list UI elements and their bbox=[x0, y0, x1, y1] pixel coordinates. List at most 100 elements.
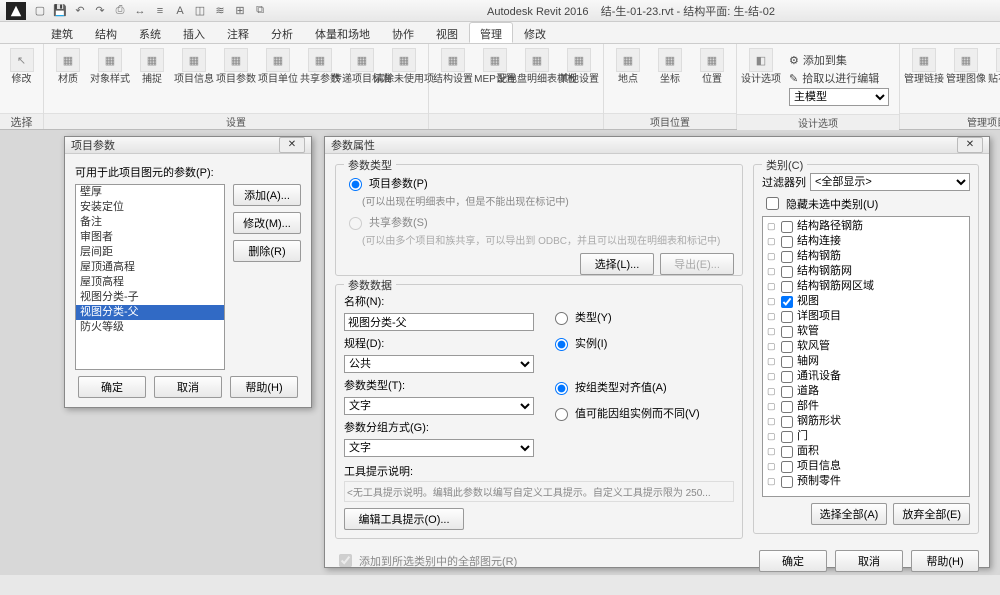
category-row[interactable]: ▢轴网 bbox=[765, 354, 967, 369]
add-to-all-checkbox[interactable] bbox=[339, 554, 352, 567]
design-options-button[interactable]: ◧设计选项 bbox=[743, 48, 779, 85]
ribbon-捕捉[interactable]: ▦捕捉 bbox=[134, 48, 170, 85]
name-input[interactable] bbox=[344, 313, 534, 331]
align-icon[interactable]: ≡ bbox=[152, 3, 168, 19]
hide-unchecked-checkbox[interactable] bbox=[766, 197, 779, 210]
category-checkbox[interactable] bbox=[781, 461, 793, 473]
category-row[interactable]: ▢门 bbox=[765, 429, 967, 444]
category-checkbox[interactable] bbox=[781, 266, 793, 278]
list-item[interactable]: 视图分类-父 bbox=[76, 305, 224, 320]
category-row[interactable]: ▢钢筋形状 bbox=[765, 414, 967, 429]
list-item[interactable]: 屋顶高程 bbox=[76, 275, 224, 290]
category-row[interactable]: ▢项目信息 bbox=[765, 459, 967, 474]
redo-icon[interactable]: ↷ bbox=[92, 3, 108, 19]
tab-插入[interactable]: 插入 bbox=[172, 22, 216, 43]
ribbon-贴花类型[interactable]: ▦贴花类型 bbox=[990, 48, 1000, 85]
tab-结构[interactable]: 结构 bbox=[84, 22, 128, 43]
tab-注释[interactable]: 注释 bbox=[216, 22, 260, 43]
print-icon[interactable]: ⎙ bbox=[112, 3, 128, 19]
cancel-button[interactable]: 取消 bbox=[154, 376, 222, 398]
delete-button[interactable]: 删除(R) bbox=[233, 240, 301, 262]
category-row[interactable]: ▢预制零件 bbox=[765, 474, 967, 489]
ribbon-项目信息[interactable]: ▦项目信息 bbox=[176, 48, 212, 85]
tab-管理[interactable]: 管理 bbox=[469, 22, 513, 43]
tab-建筑[interactable]: 建筑 bbox=[40, 22, 84, 43]
category-row[interactable]: ▢道路 bbox=[765, 384, 967, 399]
add-to-set-label[interactable]: 添加到集 bbox=[803, 52, 847, 68]
filter-select[interactable]: <全部显示> bbox=[810, 173, 970, 191]
ribbon-位置[interactable]: ▦位置 bbox=[694, 48, 730, 85]
category-row[interactable]: ▢软管 bbox=[765, 324, 967, 339]
discipline-select[interactable]: 公共 bbox=[344, 355, 534, 373]
ribbon-管理链接[interactable]: ▦管理链接 bbox=[906, 48, 942, 85]
category-checkbox[interactable] bbox=[781, 431, 793, 443]
dlg2-help-button[interactable]: 帮助(H) bbox=[911, 550, 979, 572]
tab-协作[interactable]: 协作 bbox=[381, 22, 425, 43]
select-shared-button[interactable]: 选择(L)... bbox=[580, 253, 654, 275]
category-row[interactable]: ▢结构钢筋网 bbox=[765, 264, 967, 279]
dlg1-close-button[interactable]: ✕ bbox=[279, 137, 305, 153]
list-item[interactable]: 防火等级 bbox=[76, 320, 224, 335]
category-checkbox[interactable] bbox=[781, 401, 793, 413]
main-model-select[interactable]: 主模型 bbox=[789, 88, 889, 106]
grouping-select[interactable]: 文字 bbox=[344, 439, 534, 457]
category-checkbox[interactable] bbox=[781, 311, 793, 323]
category-tree[interactable]: ▢结构路径钢筋▢结构连接▢结构钢筋▢结构钢筋网▢结构钢筋网区域▢视图▢详图项目▢… bbox=[762, 216, 970, 497]
ribbon-清除未使用项[interactable]: ▦清除未使用项 bbox=[386, 48, 422, 85]
close-views-icon[interactable]: ⊞ bbox=[232, 3, 248, 19]
tab-体量和场地[interactable]: 体量和场地 bbox=[304, 22, 381, 43]
thin-lines-icon[interactable]: ≋ bbox=[212, 3, 228, 19]
list-item[interactable]: 视图分类-子 bbox=[76, 290, 224, 305]
tab-视图[interactable]: 视图 bbox=[425, 22, 469, 43]
category-checkbox[interactable] bbox=[781, 281, 793, 293]
list-item[interactable]: 安装定位 bbox=[76, 200, 224, 215]
category-row[interactable]: ▢视图 bbox=[765, 294, 967, 309]
shared-param-radio[interactable] bbox=[349, 217, 362, 230]
category-row[interactable]: ▢面积 bbox=[765, 444, 967, 459]
category-row[interactable]: ▢软风管 bbox=[765, 339, 967, 354]
param-type-select[interactable]: 文字 bbox=[344, 397, 534, 415]
switch-windows-icon[interactable]: ⧉ bbox=[252, 3, 268, 19]
section-icon[interactable]: ◫ bbox=[192, 3, 208, 19]
category-checkbox[interactable] bbox=[781, 416, 793, 428]
help-button[interactable]: 帮助(H) bbox=[230, 376, 298, 398]
pick-to-edit-label[interactable]: 拾取以进行编辑 bbox=[802, 70, 879, 86]
vary-by-group-radio[interactable] bbox=[555, 408, 568, 421]
deselect-all-button[interactable]: 放弃全部(E) bbox=[893, 503, 970, 525]
list-item[interactable]: 备注 bbox=[76, 215, 224, 230]
dlg2-cancel-button[interactable]: 取消 bbox=[835, 550, 903, 572]
category-checkbox[interactable] bbox=[781, 221, 793, 233]
export-button[interactable]: 导出(E)... bbox=[660, 253, 734, 275]
category-checkbox[interactable] bbox=[781, 371, 793, 383]
add-button[interactable]: 添加(A)... bbox=[233, 184, 301, 206]
undo-icon[interactable]: ↶ bbox=[72, 3, 88, 19]
category-row[interactable]: ▢结构路径钢筋 bbox=[765, 219, 967, 234]
category-checkbox[interactable] bbox=[781, 386, 793, 398]
category-row[interactable]: ▢详图项目 bbox=[765, 309, 967, 324]
category-checkbox[interactable] bbox=[781, 446, 793, 458]
list-item[interactable]: 屋顶通高程 bbox=[76, 260, 224, 275]
category-row[interactable]: ▢通讯设备 bbox=[765, 369, 967, 384]
category-checkbox[interactable] bbox=[781, 236, 793, 248]
dlg2-ok-button[interactable]: 确定 bbox=[759, 550, 827, 572]
ribbon-项目参数[interactable]: ▦项目参数 bbox=[218, 48, 254, 85]
parameters-listbox[interactable]: 壁厚安装定位备注审图者层间距屋顶通高程屋顶高程视图分类-子视图分类-父防火等级 bbox=[75, 184, 225, 370]
dlg2-close-button[interactable]: ✕ bbox=[957, 137, 983, 153]
category-checkbox[interactable] bbox=[781, 476, 793, 488]
category-checkbox[interactable] bbox=[781, 296, 793, 308]
modify-button[interactable]: 修改(M)... bbox=[233, 212, 301, 234]
tab-分析[interactable]: 分析 bbox=[260, 22, 304, 43]
tab-修改[interactable]: 修改 bbox=[513, 22, 557, 43]
category-checkbox[interactable] bbox=[781, 341, 793, 353]
category-row[interactable]: ▢结构连接 bbox=[765, 234, 967, 249]
type-radio[interactable] bbox=[555, 312, 568, 325]
select-panel-label[interactable]: 选择 bbox=[11, 117, 33, 129]
ok-button[interactable]: 确定 bbox=[78, 376, 146, 398]
category-checkbox[interactable] bbox=[781, 251, 793, 263]
category-checkbox[interactable] bbox=[781, 326, 793, 338]
ribbon-结构设置[interactable]: ▦结构设置 bbox=[435, 48, 471, 85]
ribbon-其他设置[interactable]: ▦其他设置 bbox=[561, 48, 597, 85]
ribbon-管理图像[interactable]: ▦管理图像 bbox=[948, 48, 984, 85]
category-row[interactable]: ▢结构钢筋网区域 bbox=[765, 279, 967, 294]
project-param-radio[interactable] bbox=[349, 178, 362, 191]
